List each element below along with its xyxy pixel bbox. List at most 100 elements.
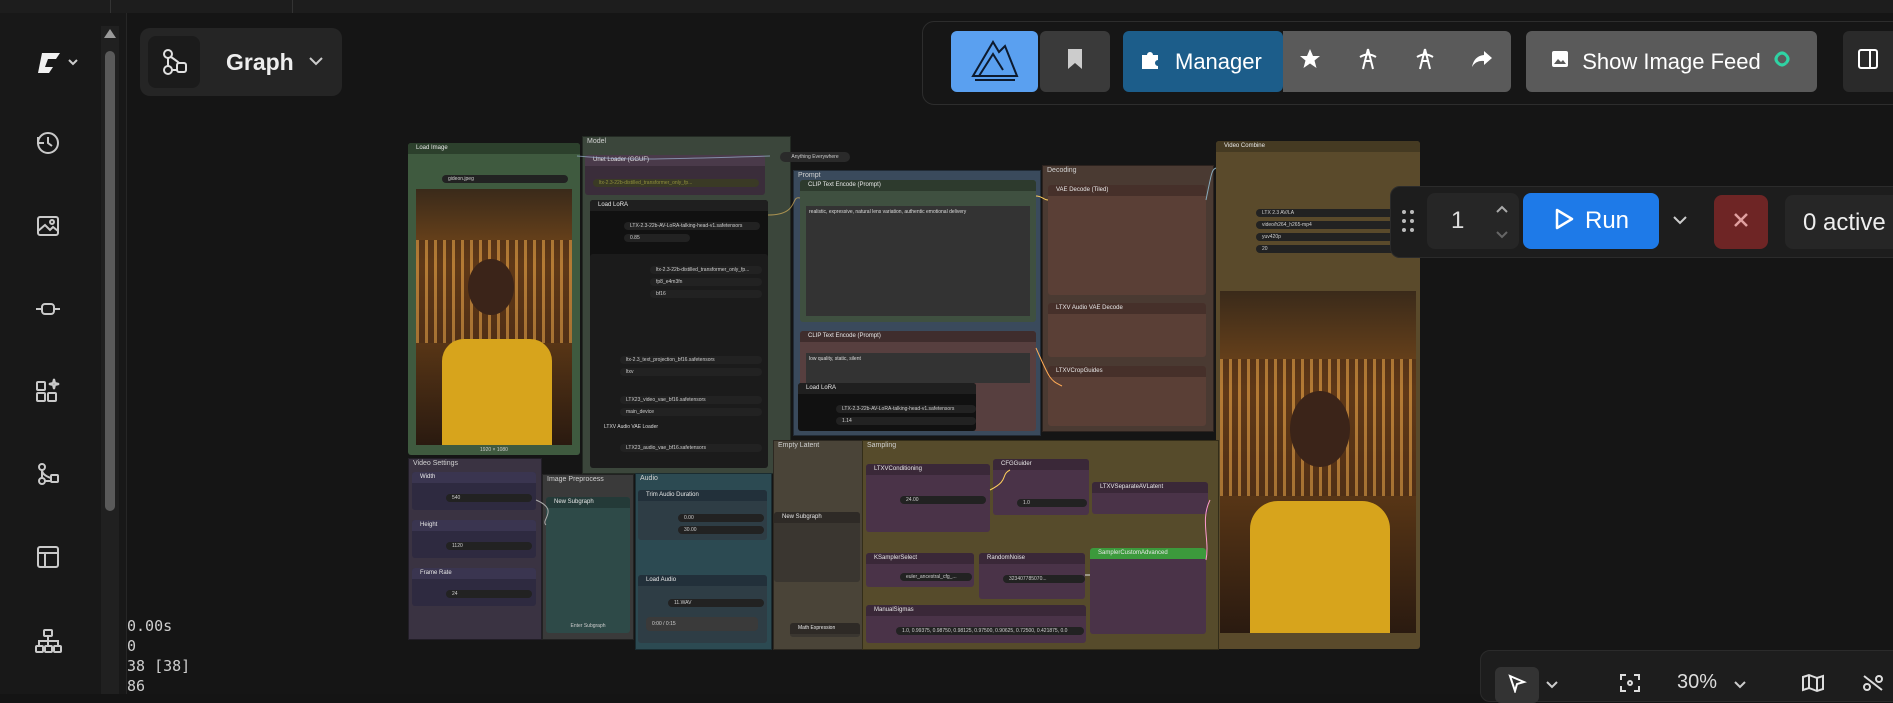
node-load-lora-2[interactable]: Load LoRA LTX-2.3-22b-AV-LoRA-talking-he… [798,383,976,431]
image-gallery-icon[interactable] [28,206,68,246]
node-crop-guides[interactable]: LTXVCropGuides [1048,366,1206,426]
device-field[interactable]: main_device [620,408,762,416]
bookmark-button[interactable] [1040,31,1110,92]
node-vae-decode-tiled[interactable]: VAE Decode (Tiled) [1048,185,1206,295]
layout-icon[interactable] [28,537,68,577]
crf-field[interactable]: 20 [1256,245,1412,253]
decrement-icon[interactable] [1495,227,1509,245]
history-icon[interactable] [28,123,68,163]
minimap-icon[interactable] [1801,673,1825,698]
anything-everywhere-badge[interactable]: Anything Everywhere [780,152,850,162]
duration-field[interactable]: 30.00 [678,526,764,534]
width-value[interactable]: 540 [446,494,532,502]
audio-vae-ckpt-field[interactable]: LTX23_audio_vae_bf16.safetensors [620,444,762,452]
wrench-icon [1357,47,1379,76]
node-ksampler-select[interactable]: KSamplerSelect euler_ancestral_cfg_... [866,553,974,587]
node-model-stack[interactable]: ltx-2.3-22b-distilled_transformer_only_f… [590,254,768,468]
frame-rate-field[interactable]: 24.00 [900,496,986,504]
scrollbar-thumb[interactable] [105,51,115,511]
node-trim-audio[interactable]: Trim Audio Duration 0.00 30.00 [638,490,767,540]
lora-strength-field[interactable]: 0.85 [624,234,690,242]
drag-handle-icon[interactable] [1401,209,1415,238]
person-head [468,259,514,315]
height-value[interactable]: 1120 [446,542,532,550]
increment-icon[interactable] [1495,201,1509,219]
scroll-up-arrow-icon[interactable] [104,29,116,38]
templates-sparkle-icon[interactable] [28,371,68,411]
zoom-level[interactable]: 30% [1677,671,1717,694]
format-field[interactable]: video/h264_h265-mp4 [1256,221,1412,229]
comfy-logo-icon[interactable] [28,43,88,83]
node-audio-vae-decode[interactable]: LTXV Audio VAE Decode [1048,303,1206,357]
node-cfg-guider[interactable]: CFGGuider 1.0 [993,459,1089,515]
workflows-icon[interactable] [28,454,68,494]
node-random-noise[interactable]: RandomNoise 323407785070... [979,553,1085,599]
toggle-panel-button[interactable] [1843,31,1893,92]
lora-name-field[interactable]: LTX-2.3-22b-AV-LoRA-talking-head-v1.safe… [836,405,976,413]
node-ltxv-conditioning[interactable]: LTXVConditioning 24.00 [866,464,990,532]
pix-fmt-field[interactable]: yuv420p [1256,233,1412,241]
tool-button-2[interactable] [1405,31,1445,92]
share-button[interactable] [1462,31,1502,92]
node-sampler-custom-advanced[interactable]: SamplerCustomAdvanced [1090,548,1206,634]
sigmas-field[interactable]: 1.0, 0.99375, 0.98750, 0.98125, 0.97500,… [896,627,1084,635]
sidebar-scrollbar[interactable] [101,26,119,694]
audio-file-field[interactable]: 11.WAV [668,599,764,607]
link-visibility-icon[interactable] [1861,673,1885,698]
unet-name-field[interactable]: ltx-2.3-22b-distilled_transformer_only_f… [593,179,759,187]
tool-button-1[interactable] [1348,31,1388,92]
lora-strength-field[interactable]: 1.14 [836,417,976,425]
node-frame-rate[interactable]: Frame Rate 24 [412,568,536,606]
chevron-down-icon[interactable] [1545,677,1559,695]
node-new-subgraph-2[interactable]: New Subgraph [774,512,860,582]
image-field[interactable]: gideon.jpeg [442,175,568,183]
node-load-lora[interactable]: Load LoRA LTX-2.3-22b-AV-LoRA-talking-he… [590,200,768,260]
sampler-name-field[interactable]: euler_ancestral_cfg_... [900,573,972,581]
negative-prompt-textarea[interactable]: low quality, static, silent [806,353,1030,383]
node-unet-loader[interactable]: Unet Loader (GGUF) ltx-2.3-22b-distilled… [585,155,765,195]
fit-view-icon[interactable] [1619,673,1641,698]
graph-selector-button[interactable]: Graph [140,28,342,96]
node-separate-latent[interactable]: LTXVSeparateAVLatent [1092,482,1208,514]
node-clip-text-encode-positive[interactable]: CLIP Text Encode (Prompt) realistic, exp… [800,180,1036,322]
favorite-button[interactable] [1290,31,1330,92]
select-tool-button[interactable] [1495,667,1539,703]
start-field[interactable]: 0.00 [678,514,764,522]
chevron-down-icon[interactable] [1733,677,1747,695]
node-load-audio[interactable]: Load Audio 11.WAV 0:00 / 0:15 [638,575,767,643]
logo-button[interactable] [951,31,1038,92]
run-button[interactable]: Run [1523,193,1659,249]
audio-player[interactable]: 0:00 / 0:15 [646,617,758,631]
compute-dtype-field[interactable]: bf16 [650,290,762,298]
queue-status[interactable]: 0 active [1785,195,1893,249]
model-tree-icon[interactable] [28,621,68,661]
node-title: CFGGuider [993,459,1089,470]
vae-name-field[interactable]: LTX23_video_vae_bf16.safetensors [620,396,762,404]
enter-subgraph-label[interactable]: Enter Subgraph [546,623,630,629]
noise-seed-field[interactable]: 323407785070... [1003,575,1085,583]
node-manual-sigmas[interactable]: ManualSigmas 1.0, 0.99375, 0.98750, 0.98… [866,605,1086,643]
manager-button[interactable]: Manager [1123,31,1283,92]
tank-top [442,339,552,445]
batch-count-stepper[interactable]: 1 [1427,193,1519,249]
frame-rate-value[interactable]: 24 [446,590,532,598]
node-title: Height [412,520,536,531]
cfg-field[interactable]: 1.0 [1017,499,1087,507]
clip-name2-field[interactable]: ltx-2.3_text_projection_bf16.safetensors [620,356,762,364]
clip-type-field[interactable]: ltxv [620,368,762,376]
star-icon [1299,48,1321,75]
positive-prompt-textarea[interactable]: realistic, expressive, natural lens vari… [806,206,1030,316]
filename-prefix-field[interactable]: LTX 2.3 AV/LA [1256,209,1412,217]
run-options-dropdown[interactable] [1661,193,1699,249]
node-new-subgraph[interactable]: New Subgraph Enter Subgraph [546,497,630,633]
cancel-button[interactable] [1714,195,1768,249]
node-height[interactable]: Height 1120 [412,520,536,558]
weight-dtype-field[interactable]: fp8_e4m3fn [650,278,762,286]
node-library-icon[interactable] [28,289,68,329]
lora-name-field[interactable]: LTX-2.3-22b-AV-LoRA-talking-head-v1.safe… [624,222,760,230]
node-math-expression[interactable]: Math Expression [790,623,860,637]
node-width[interactable]: Width 540 [412,472,536,510]
node-load-image[interactable]: Load Image gideon.jpeg 1920 × 1080 [408,143,580,455]
show-image-feed-button[interactable]: Show Image Feed [1526,31,1817,92]
model-name-field[interactable]: ltx-2.3-22b-distilled_transformer_only_f… [650,266,762,274]
